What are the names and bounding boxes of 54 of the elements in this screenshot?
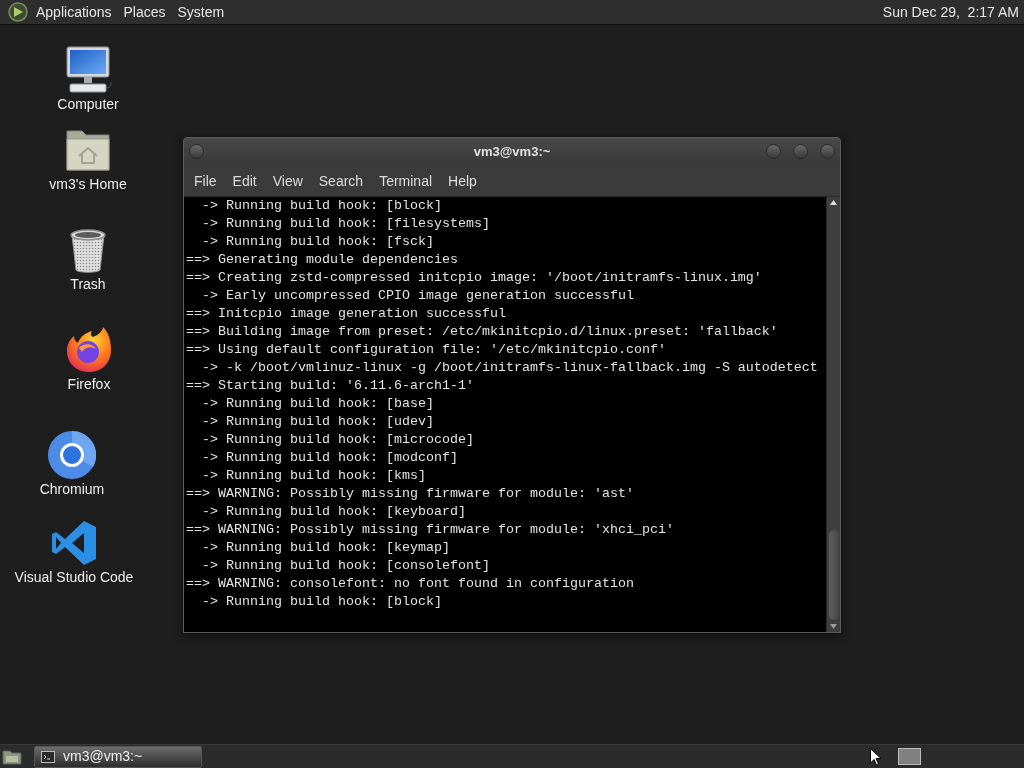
icon-label[interactable]: Chromium bbox=[39, 481, 105, 497]
icon-label[interactable]: Computer bbox=[57, 96, 119, 112]
icon-label[interactable]: Visual Studio Code bbox=[14, 569, 134, 585]
terminal-line: ==> WARNING: consolefont: no font found in configuration bbox=[186, 575, 634, 593]
taskbar-button[interactable]: vm3@vm3:~ bbox=[34, 745, 202, 768]
panel-menu[interactable]: Applications bbox=[32, 2, 116, 22]
menu-item[interactable]: Help bbox=[442, 170, 483, 191]
panel-menu[interactable]: System bbox=[173, 2, 229, 22]
computer-icon[interactable] bbox=[64, 46, 112, 94]
terminal-line: ==> Building image from preset: /etc/mkinitcpio.d/linux.preset: 'fallback' bbox=[186, 323, 778, 341]
icon-label[interactable]: Firefox bbox=[67, 376, 111, 392]
terminal-line: -> Running build hook: [block] bbox=[201, 197, 442, 215]
scrollbar[interactable] bbox=[826, 197, 840, 632]
terminal-line: -> Running build hook: [block] bbox=[201, 593, 442, 611]
menu-logo-icon[interactable] bbox=[8, 2, 28, 22]
terminal-line: -> -k /boot/vmlinuz-linux -g /boot/initramfs-linux-fallback.img -S autodetect bbox=[201, 359, 818, 377]
menu-item[interactable]: Search bbox=[312, 170, 370, 191]
terminal-line: -> Running build hook: [modconf] bbox=[201, 449, 458, 467]
terminal-line: -> Running build hook: [kms] bbox=[201, 467, 426, 485]
menu-item[interactable]: Edit bbox=[226, 170, 263, 191]
firefox-icon[interactable] bbox=[65, 326, 113, 374]
terminal-line: ==> WARNING: Possibly missing firmware for module: 'ast' bbox=[186, 485, 634, 503]
terminal-line: -> Running build hook: [udev] bbox=[201, 413, 434, 431]
terminal-line: -> Early uncompressed CPIO image generation successful bbox=[201, 287, 634, 305]
terminal-line: ==> Using default configuration file: '/etc/mkinitcpio.conf' bbox=[186, 341, 666, 359]
terminal-line: ==> Starting build: '6.11.6-arch1-1' bbox=[186, 377, 474, 395]
chromium-icon[interactable] bbox=[48, 431, 96, 479]
terminal-line: -> Running build hook: [microcode] bbox=[201, 431, 474, 449]
terminal-line: -> Running build hook: [base] bbox=[201, 395, 434, 413]
scroll-down-icon[interactable] bbox=[830, 624, 837, 629]
terminal-icon bbox=[41, 750, 55, 763]
terminal-line: ==> Creating zstd-compressed initcpio image: '/boot/initramfs-linux.img' bbox=[186, 269, 762, 287]
menu-item[interactable]: File bbox=[188, 170, 223, 191]
show-desktop-icon[interactable] bbox=[2, 747, 22, 766]
window-title: vm3@vm3:~ bbox=[473, 142, 551, 161]
scrollbar-thumb[interactable] bbox=[829, 530, 839, 620]
clock[interactable]: Sun Dec 29, 2:17 AM bbox=[882, 1, 1019, 23]
menu-item[interactable]: Terminal bbox=[373, 170, 439, 191]
mouse-pointer-icon bbox=[870, 748, 882, 766]
code-editor-icon[interactable] bbox=[50, 519, 98, 567]
terminal-line: -> Running build hook: [consolefont] bbox=[201, 557, 490, 575]
icon-label[interactable]: Trash bbox=[70, 276, 106, 292]
icon-label[interactable]: vm3's Home bbox=[49, 176, 127, 192]
terminal-line: -> Running build hook: [keyboard] bbox=[201, 503, 466, 521]
panel-menu[interactable]: Places bbox=[119, 2, 170, 22]
menu-item[interactable]: View bbox=[266, 170, 309, 191]
terminal-line: -> Running build hook: [fsck] bbox=[201, 233, 434, 251]
terminal-line: -> Running build hook: [filesystems] bbox=[201, 215, 490, 233]
terminal-line: ==> Initcpio image generation successful bbox=[186, 305, 506, 323]
scroll-up-icon[interactable] bbox=[830, 200, 837, 205]
terminal-line: ==> Generating module dependencies bbox=[186, 251, 458, 269]
terminal-line: ==> WARNING: Possibly missing firmware for module: 'xhci_pci' bbox=[186, 521, 674, 539]
terminal-line: -> Running build hook: [keymap] bbox=[201, 539, 450, 557]
workspace-switcher[interactable] bbox=[898, 748, 921, 765]
